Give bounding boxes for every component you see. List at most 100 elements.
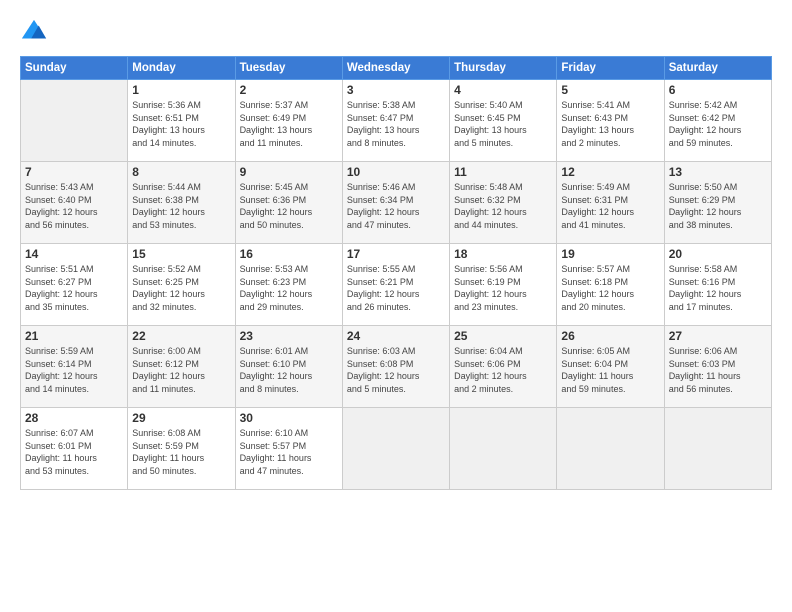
calendar-cell: 15 Sunrise: 5:52 AM Sunset: 6:25 PM Dayli… bbox=[128, 244, 235, 326]
calendar-cell bbox=[21, 80, 128, 162]
calendar-cell: 13 Sunrise: 5:50 AM Sunset: 6:29 PM Dayli… bbox=[664, 162, 771, 244]
day-info: Sunrise: 5:57 AM Sunset: 6:18 PM Dayligh… bbox=[561, 263, 659, 313]
day-number: 9 bbox=[240, 165, 338, 179]
calendar-cell: 17 Sunrise: 5:55 AM Sunset: 6:21 PM Dayli… bbox=[342, 244, 449, 326]
calendar-cell: 1 Sunrise: 5:36 AM Sunset: 6:51 PM Daylig… bbox=[128, 80, 235, 162]
day-info: Sunrise: 5:49 AM Sunset: 6:31 PM Dayligh… bbox=[561, 181, 659, 231]
day-number: 20 bbox=[669, 247, 767, 261]
calendar-cell: 25Sunrise: 6:04 AM Sunset: 6:06 PM Dayli… bbox=[450, 326, 557, 408]
weekday-header-thursday: Thursday bbox=[450, 57, 557, 80]
calendar-week-3: 14 Sunrise: 5:51 AM Sunset: 6:27 PM Dayli… bbox=[21, 244, 772, 326]
day-number: 5 bbox=[561, 83, 659, 97]
day-number: 17 bbox=[347, 247, 445, 261]
calendar-cell: 19 Sunrise: 5:57 AM Sunset: 6:18 PM Dayli… bbox=[557, 244, 664, 326]
calendar-cell: 18 Sunrise: 5:56 AM Sunset: 6:19 PM Dayli… bbox=[450, 244, 557, 326]
calendar-cell: 27 Sunrise: 6:06 AM Sunset: 6:03 PM Dayli… bbox=[664, 326, 771, 408]
day-info: Sunrise: 6:08 AM Sunset: 5:59 PM Dayligh… bbox=[132, 427, 230, 477]
day-info: Sunrise: 5:38 AM Sunset: 6:47 PM Dayligh… bbox=[347, 99, 445, 149]
day-number: 26 bbox=[561, 329, 659, 343]
calendar-cell: 23 Sunrise: 6:01 AM Sunset: 6:10 PM Dayli… bbox=[235, 326, 342, 408]
day-info: Sunrise: 5:43 AM Sunset: 6:40 PM Dayligh… bbox=[25, 181, 123, 231]
day-info: Sunrise: 5:56 AM Sunset: 6:19 PM Dayligh… bbox=[454, 263, 552, 313]
day-info: Sunrise: 6:01 AM Sunset: 6:10 PM Dayligh… bbox=[240, 345, 338, 395]
day-number: 2 bbox=[240, 83, 338, 97]
calendar-cell: 3Sunrise: 5:38 AM Sunset: 6:47 PM Daylig… bbox=[342, 80, 449, 162]
day-info: Sunrise: 5:59 AM Sunset: 6:14 PM Dayligh… bbox=[25, 345, 123, 395]
weekday-header-sunday: Sunday bbox=[21, 57, 128, 80]
day-info: Sunrise: 6:06 AM Sunset: 6:03 PM Dayligh… bbox=[669, 345, 767, 395]
logo-icon bbox=[20, 18, 48, 46]
day-number: 19 bbox=[561, 247, 659, 261]
day-number: 15 bbox=[132, 247, 230, 261]
weekday-header-wednesday: Wednesday bbox=[342, 57, 449, 80]
day-info: Sunrise: 5:53 AM Sunset: 6:23 PM Dayligh… bbox=[240, 263, 338, 313]
day-number: 10 bbox=[347, 165, 445, 179]
calendar-cell bbox=[557, 408, 664, 490]
day-number: 18 bbox=[454, 247, 552, 261]
calendar-cell: 9 Sunrise: 5:45 AM Sunset: 6:36 PM Daylig… bbox=[235, 162, 342, 244]
day-number: 28 bbox=[25, 411, 123, 425]
calendar-cell: 7 Sunrise: 5:43 AM Sunset: 6:40 PM Daylig… bbox=[21, 162, 128, 244]
weekday-header-saturday: Saturday bbox=[664, 57, 771, 80]
day-number: 16 bbox=[240, 247, 338, 261]
calendar-cell: 22Sunrise: 6:00 AM Sunset: 6:12 PM Dayli… bbox=[128, 326, 235, 408]
day-info: Sunrise: 5:41 AM Sunset: 6:43 PM Dayligh… bbox=[561, 99, 659, 149]
calendar-cell: 2 Sunrise: 5:37 AM Sunset: 6:49 PM Daylig… bbox=[235, 80, 342, 162]
day-info: Sunrise: 6:10 AM Sunset: 5:57 PM Dayligh… bbox=[240, 427, 338, 477]
calendar-cell: 30Sunrise: 6:10 AM Sunset: 5:57 PM Dayli… bbox=[235, 408, 342, 490]
day-info: Sunrise: 6:05 AM Sunset: 6:04 PM Dayligh… bbox=[561, 345, 659, 395]
day-info: Sunrise: 6:03 AM Sunset: 6:08 PM Dayligh… bbox=[347, 345, 445, 395]
day-info: Sunrise: 5:51 AM Sunset: 6:27 PM Dayligh… bbox=[25, 263, 123, 313]
calendar-cell: 16 Sunrise: 5:53 AM Sunset: 6:23 PM Dayli… bbox=[235, 244, 342, 326]
calendar-cell: 12 Sunrise: 5:49 AM Sunset: 6:31 PM Dayli… bbox=[557, 162, 664, 244]
calendar-cell bbox=[664, 408, 771, 490]
day-number: 23 bbox=[240, 329, 338, 343]
day-number: 6 bbox=[669, 83, 767, 97]
day-number: 12 bbox=[561, 165, 659, 179]
calendar-cell: 8 Sunrise: 5:44 AM Sunset: 6:38 PM Daylig… bbox=[128, 162, 235, 244]
calendar-cell: 11 Sunrise: 5:48 AM Sunset: 6:32 PM Dayli… bbox=[450, 162, 557, 244]
day-info: Sunrise: 5:37 AM Sunset: 6:49 PM Dayligh… bbox=[240, 99, 338, 149]
day-info: Sunrise: 5:44 AM Sunset: 6:38 PM Dayligh… bbox=[132, 181, 230, 231]
day-info: Sunrise: 5:40 AM Sunset: 6:45 PM Dayligh… bbox=[454, 99, 552, 149]
weekday-header-friday: Friday bbox=[557, 57, 664, 80]
calendar-week-2: 7 Sunrise: 5:43 AM Sunset: 6:40 PM Daylig… bbox=[21, 162, 772, 244]
day-number: 22 bbox=[132, 329, 230, 343]
day-number: 21 bbox=[25, 329, 123, 343]
calendar-cell: 20 Sunrise: 5:58 AM Sunset: 6:16 PM Dayli… bbox=[664, 244, 771, 326]
day-info: Sunrise: 5:45 AM Sunset: 6:36 PM Dayligh… bbox=[240, 181, 338, 231]
day-number: 13 bbox=[669, 165, 767, 179]
calendar-cell: 26 Sunrise: 6:05 AM Sunset: 6:04 PM Dayli… bbox=[557, 326, 664, 408]
logo bbox=[20, 18, 52, 46]
day-number: 14 bbox=[25, 247, 123, 261]
weekday-header-tuesday: Tuesday bbox=[235, 57, 342, 80]
calendar-cell: 14 Sunrise: 5:51 AM Sunset: 6:27 PM Dayli… bbox=[21, 244, 128, 326]
day-number: 27 bbox=[669, 329, 767, 343]
day-info: Sunrise: 5:36 AM Sunset: 6:51 PM Dayligh… bbox=[132, 99, 230, 149]
day-number: 1 bbox=[132, 83, 230, 97]
calendar-cell: 21 Sunrise: 5:59 AM Sunset: 6:14 PM Dayli… bbox=[21, 326, 128, 408]
calendar-cell: 4 Sunrise: 5:40 AM Sunset: 6:45 PM Daylig… bbox=[450, 80, 557, 162]
day-info: Sunrise: 5:48 AM Sunset: 6:32 PM Dayligh… bbox=[454, 181, 552, 231]
calendar-cell bbox=[450, 408, 557, 490]
day-number: 24 bbox=[347, 329, 445, 343]
day-number: 4 bbox=[454, 83, 552, 97]
calendar-cell: 24 Sunrise: 6:03 AM Sunset: 6:08 PM Dayli… bbox=[342, 326, 449, 408]
day-number: 7 bbox=[25, 165, 123, 179]
calendar-cell: 10Sunrise: 5:46 AM Sunset: 6:34 PM Dayli… bbox=[342, 162, 449, 244]
day-info: Sunrise: 6:04 AM Sunset: 6:06 PM Dayligh… bbox=[454, 345, 552, 395]
header bbox=[20, 18, 772, 46]
calendar-week-5: 28Sunrise: 6:07 AM Sunset: 6:01 PM Dayli… bbox=[21, 408, 772, 490]
day-info: Sunrise: 5:52 AM Sunset: 6:25 PM Dayligh… bbox=[132, 263, 230, 313]
day-info: Sunrise: 5:58 AM Sunset: 6:16 PM Dayligh… bbox=[669, 263, 767, 313]
calendar-cell: 5 Sunrise: 5:41 AM Sunset: 6:43 PM Daylig… bbox=[557, 80, 664, 162]
day-info: Sunrise: 5:50 AM Sunset: 6:29 PM Dayligh… bbox=[669, 181, 767, 231]
calendar-cell bbox=[342, 408, 449, 490]
day-number: 29 bbox=[132, 411, 230, 425]
day-number: 11 bbox=[454, 165, 552, 179]
calendar-cell: 29 Sunrise: 6:08 AM Sunset: 5:59 PM Dayli… bbox=[128, 408, 235, 490]
day-info: Sunrise: 5:55 AM Sunset: 6:21 PM Dayligh… bbox=[347, 263, 445, 313]
calendar-cell: 6 Sunrise: 5:42 AM Sunset: 6:42 PM Daylig… bbox=[664, 80, 771, 162]
day-number: 8 bbox=[132, 165, 230, 179]
day-info: Sunrise: 5:42 AM Sunset: 6:42 PM Dayligh… bbox=[669, 99, 767, 149]
